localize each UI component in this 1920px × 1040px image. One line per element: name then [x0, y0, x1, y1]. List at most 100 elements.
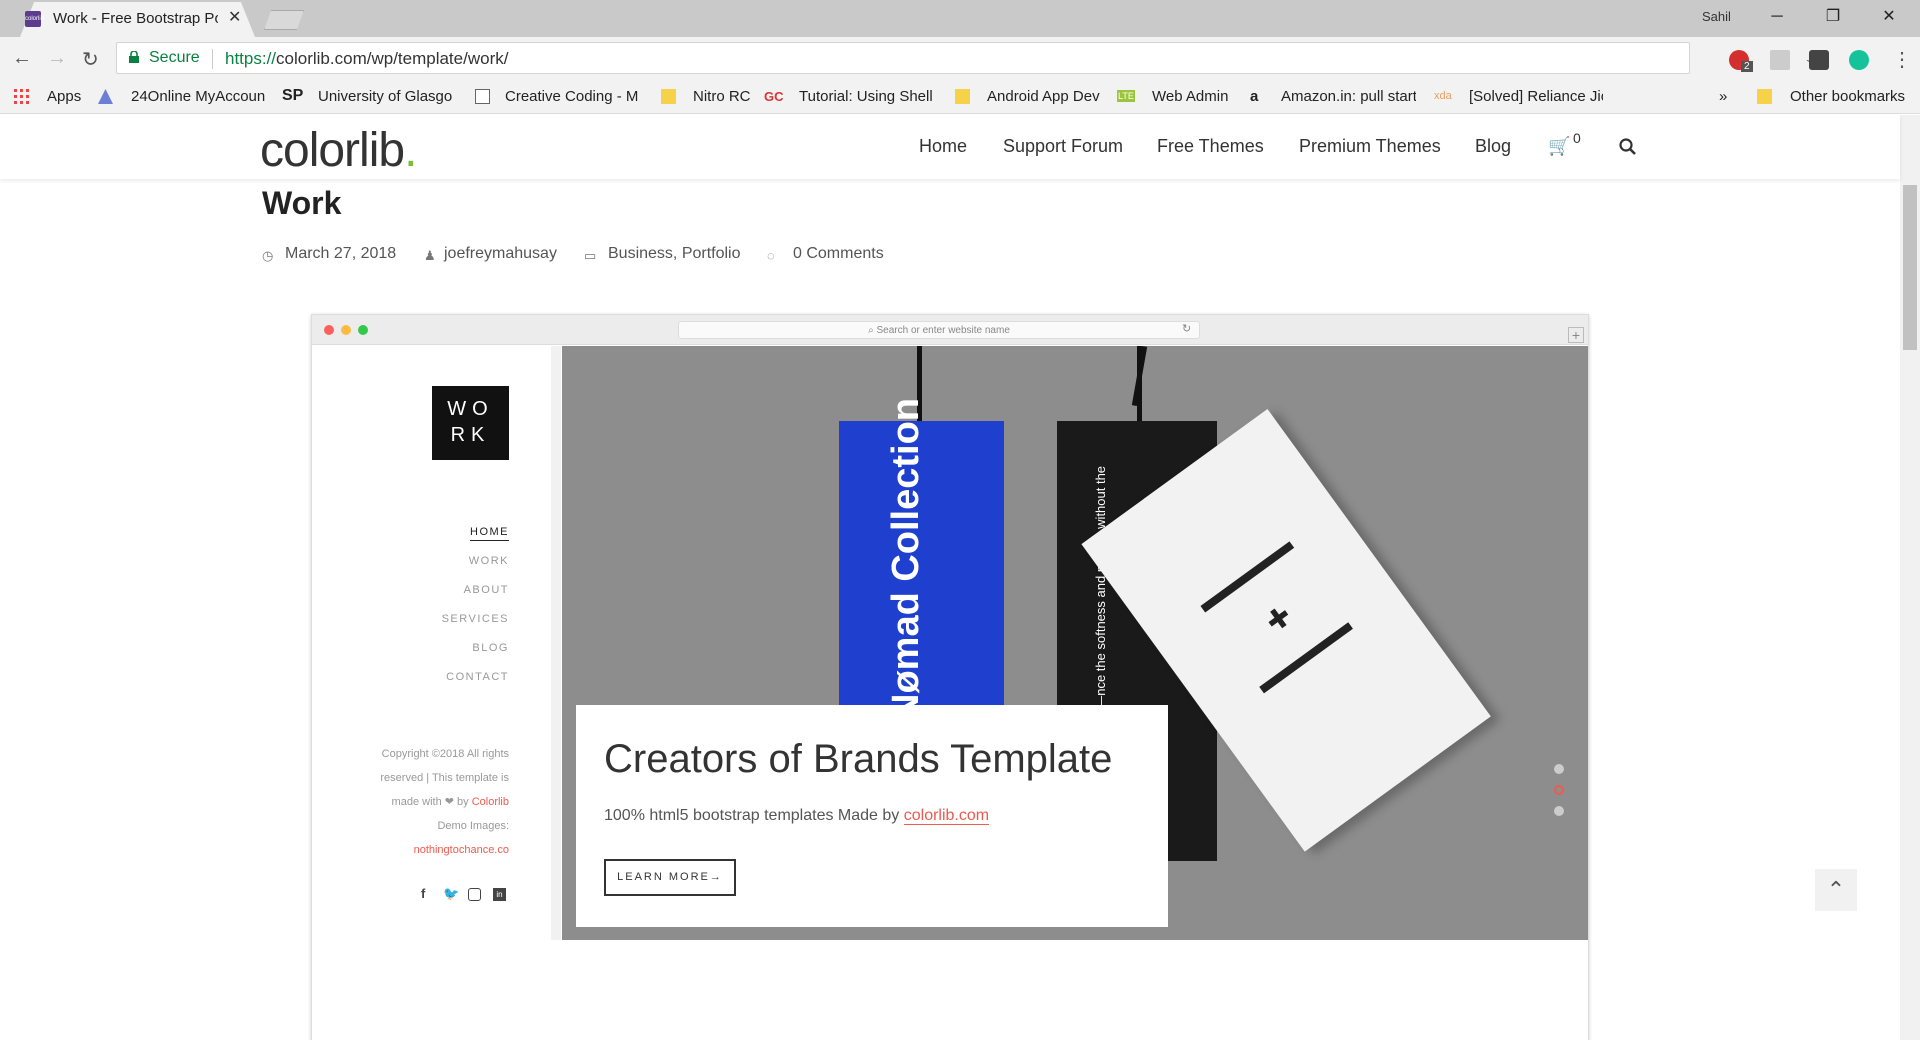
- preview-scrollbar[interactable]: [551, 346, 561, 940]
- menu-kebab-icon[interactable]: ⋮: [1892, 47, 1912, 72]
- bookmark-creative-coding[interactable]: Creative Coding - M: [505, 88, 640, 105]
- learn-more-button[interactable]: LEARN MORE→: [604, 859, 736, 896]
- page-title: Work: [262, 185, 342, 221]
- restore-button[interactable]: ❐: [1813, 4, 1853, 30]
- page-scrollbar-thumb[interactable]: [1903, 185, 1917, 350]
- preview-reload-icon: ↻: [1182, 323, 1192, 335]
- user-icon: ♟: [424, 248, 436, 263]
- slider-dot[interactable]: [1554, 764, 1564, 774]
- preview-sidebar: WO RK HOME WORK ABOUT SERVICES BLOG CONTA…: [312, 346, 551, 940]
- address-bar[interactable]: Secure https://colorlib.com/wp/template/…: [116, 42, 1823, 74]
- url-text[interactable]: https://colorlib.com/wp/template/work/: [225, 49, 508, 69]
- omnibox-divider: [212, 49, 213, 69]
- tab-close-icon[interactable]: ✕: [228, 7, 241, 27]
- xda-icon: xda: [1434, 90, 1452, 102]
- url-host: colorlib.com: [276, 49, 367, 68]
- bookmarks-bar: Apps 24Online MyAccoun SP University of …: [0, 80, 1920, 114]
- browser-tabstrip: colorlib Work - Free Bootstrap Po ✕ Sahi…: [0, 0, 1920, 37]
- bookmark-amazon[interactable]: Amazon.in: pull start: [1281, 88, 1416, 105]
- slider-dot-active[interactable]: [1554, 785, 1564, 795]
- logo-dot: .: [404, 124, 417, 177]
- site-header: colorlib. Home Support Forum Free Themes…: [0, 115, 1900, 179]
- bookmark-web-admin[interactable]: Web Admin: [1152, 88, 1228, 105]
- post-categories[interactable]: Business, Portfolio: [608, 245, 741, 263]
- preview-nav-about[interactable]: ABOUT: [464, 584, 509, 596]
- bookmark-apps[interactable]: Apps: [47, 88, 81, 105]
- 24online-icon: [98, 89, 113, 104]
- nav-premium-themes[interactable]: Premium Themes: [1299, 136, 1441, 157]
- extension-location-icon[interactable]: [1809, 50, 1829, 70]
- twitter-icon[interactable]: 🐦: [443, 886, 459, 902]
- blue-tag-text: Nømad Collection: [885, 397, 927, 721]
- nav-support-forum[interactable]: Support Forum: [1003, 136, 1123, 157]
- profile-name[interactable]: Sahil: [1702, 9, 1731, 24]
- hero-link[interactable]: colorlib.com: [903, 807, 990, 825]
- page-icon: [475, 89, 490, 104]
- folder-icon: [1757, 89, 1772, 104]
- white-tag-bar: [1259, 622, 1353, 694]
- preview-nav-contact[interactable]: CONTACT: [446, 671, 509, 683]
- folder-icon: [661, 89, 676, 104]
- search-icon[interactable]: [1619, 138, 1637, 156]
- hero-subtitle-text: 100% html5 bootstrap templates Made by: [604, 807, 900, 824]
- nav-home[interactable]: Home: [919, 136, 967, 157]
- nav-blog[interactable]: Blog: [1475, 136, 1511, 157]
- preview-url-text: Search or enter website name: [876, 325, 1010, 336]
- bookmark-reliance-jio[interactable]: [Solved] Reliance Jio: [1469, 88, 1603, 105]
- url-scheme: https://: [225, 49, 277, 68]
- folder-outline-icon: ▭: [584, 248, 597, 263]
- post-author[interactable]: joefreymahusay: [444, 245, 557, 263]
- copyright-link[interactable]: Colorlib: [472, 796, 509, 808]
- amazon-icon: a: [1250, 88, 1259, 105]
- nav-free-themes[interactable]: Free Themes: [1157, 136, 1264, 157]
- preview-nav-home[interactable]: HOME: [470, 526, 509, 541]
- preview-nav-blog[interactable]: BLOG: [472, 642, 509, 654]
- back-arrow-icon[interactable]: ←: [12, 47, 32, 70]
- extension-grammarly-icon[interactable]: [1849, 50, 1869, 70]
- extension-pdf-icon[interactable]: [1770, 50, 1790, 70]
- close-dot-icon: [324, 325, 334, 335]
- minimize-button[interactable]: ─: [1757, 4, 1797, 30]
- comment-icon: ◌: [767, 248, 775, 263]
- cart-count: 0: [1573, 130, 1581, 146]
- slider-dot[interactable]: [1554, 806, 1564, 816]
- learn-more-label: LEARN MORE: [617, 871, 710, 883]
- back-to-top-button[interactable]: ⌃: [1815, 869, 1857, 911]
- bookmark-android-app-dev[interactable]: Android App Dev: [987, 88, 1100, 105]
- preview-nav-services[interactable]: SERVICES: [442, 613, 509, 625]
- close-window-button[interactable]: ✕: [1869, 4, 1909, 30]
- hero-card: Creators of Brands Template 100% html5 b…: [576, 705, 1168, 927]
- clock-icon: ◷: [262, 248, 274, 263]
- hero-title: Creators of Brands Template: [604, 737, 1113, 781]
- tab-title[interactable]: Work - Free Bootstrap Po: [53, 10, 218, 27]
- folder-icon: [955, 89, 970, 104]
- facebook-icon[interactable]: f: [421, 886, 425, 901]
- browser-toolbar: ← → ↻ Secure https://colorlib.com/wp/tem…: [0, 37, 1920, 80]
- cart-icon[interactable]: 🛒: [1548, 136, 1570, 157]
- post-comments[interactable]: 0 Comments: [793, 245, 884, 263]
- work-logo[interactable]: WO RK: [432, 386, 509, 460]
- instagram-icon[interactable]: [468, 888, 481, 901]
- new-tab-button[interactable]: [264, 10, 304, 30]
- gc-icon: GC: [764, 89, 784, 104]
- bookmark-24online[interactable]: 24Online MyAccoun: [131, 88, 266, 105]
- work-logo-line1: WO: [447, 398, 494, 420]
- demo-images-link[interactable]: nothingtochance.co: [414, 844, 509, 856]
- forward-arrow-icon[interactable]: →: [47, 47, 67, 70]
- logo-text: colorlib: [260, 124, 405, 177]
- site-logo[interactable]: colorlib.: [260, 123, 417, 178]
- preview-nav-work[interactable]: WORK: [469, 555, 509, 567]
- bookmark-other[interactable]: Other bookmarks: [1790, 88, 1905, 105]
- reload-icon[interactable]: ↻: [82, 47, 99, 72]
- preview-browser-bar: ⌕ Search or enter website name ↻ +: [312, 315, 1588, 345]
- bookmark-nitro-rc[interactable]: Nitro RC: [693, 88, 751, 105]
- url-path: /wp/template/work/: [366, 49, 509, 68]
- bookmarks-overflow[interactable]: »: [1719, 88, 1727, 105]
- linkedin-icon[interactable]: in: [493, 888, 506, 901]
- bookmark-tutorial-shell[interactable]: Tutorial: Using Shell: [799, 88, 934, 105]
- secure-label: Secure: [149, 49, 200, 66]
- bookmark-glasgow[interactable]: University of Glasgo: [318, 88, 454, 105]
- apps-grid-icon[interactable]: [14, 89, 29, 104]
- maximize-dot-icon: [358, 325, 368, 335]
- hero-image: Nømad Collection e-Washable Merino—nce t…: [562, 346, 1588, 940]
